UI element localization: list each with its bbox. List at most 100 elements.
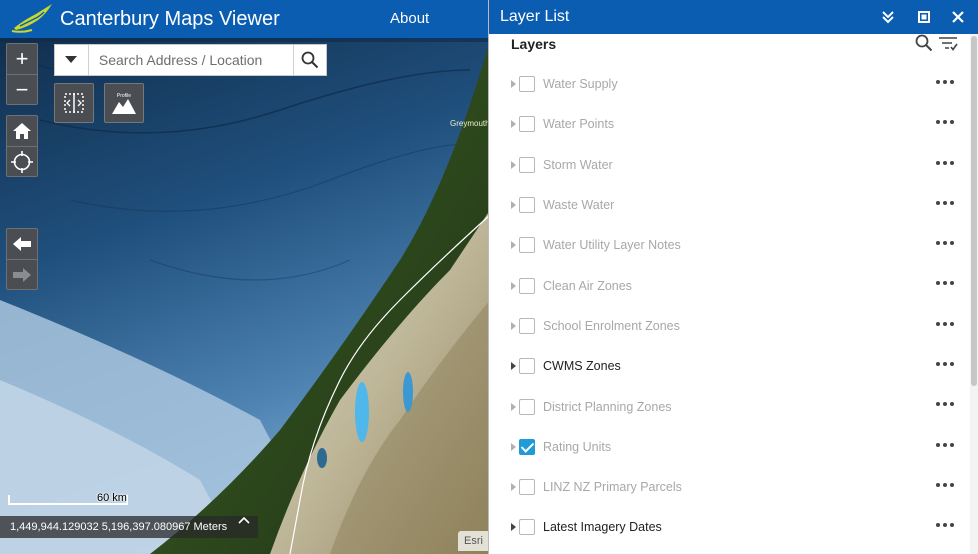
layer-options-menu-button[interactable] bbox=[936, 360, 954, 368]
collapse-panel-button[interactable] bbox=[879, 8, 897, 26]
dot-icon bbox=[943, 200, 947, 205]
layer-visibility-checkbox[interactable] bbox=[519, 317, 535, 334]
caret-right-icon[interactable] bbox=[510, 160, 518, 170]
layer-row[interactable]: Clean Air Zones bbox=[489, 265, 969, 305]
caret-right-icon[interactable] bbox=[510, 79, 518, 89]
search-icon[interactable] bbox=[915, 34, 933, 52]
my-location-button[interactable] bbox=[7, 146, 37, 176]
dot-icon bbox=[950, 200, 954, 205]
layer-options-menu-button[interactable] bbox=[936, 199, 954, 207]
caret-right-icon[interactable] bbox=[510, 240, 518, 250]
layer-visibility-checkbox[interactable] bbox=[519, 438, 535, 455]
layer-options-menu-button[interactable] bbox=[936, 279, 954, 287]
zoom-out-button[interactable]: − bbox=[7, 74, 37, 104]
layer-visibility-checkbox[interactable] bbox=[519, 277, 535, 294]
caret-right-icon[interactable] bbox=[510, 361, 518, 371]
layer-visibility-checkbox[interactable] bbox=[519, 197, 535, 214]
caret-right-icon[interactable] bbox=[510, 402, 518, 412]
layer-visibility-checkbox[interactable] bbox=[519, 156, 535, 173]
home-icon bbox=[13, 123, 31, 139]
maximize-panel-button[interactable] bbox=[915, 8, 933, 26]
layers-heading: Layers bbox=[511, 36, 557, 52]
layer-options-menu-button[interactable] bbox=[936, 159, 954, 167]
layer-visibility-checkbox[interactable] bbox=[519, 76, 535, 93]
elevation-profile-button[interactable]: Profile bbox=[104, 83, 144, 123]
layer-label: CWMS Zones bbox=[543, 359, 621, 374]
search-icon bbox=[301, 51, 319, 69]
layer-row[interactable]: District Planning Zones bbox=[489, 386, 969, 426]
caret-right-icon[interactable] bbox=[510, 321, 518, 331]
layer-visibility-checkbox[interactable] bbox=[519, 479, 535, 496]
scrollbar-thumb[interactable] bbox=[971, 36, 977, 386]
dot-icon bbox=[950, 402, 954, 407]
swipe-icon bbox=[64, 93, 84, 113]
layer-row[interactable]: Water Utility Layer Notes bbox=[489, 225, 969, 265]
layer-row[interactable]: CWMS Zones bbox=[489, 346, 969, 386]
zoom-in-button[interactable]: + bbox=[7, 44, 37, 74]
home-button[interactable] bbox=[7, 116, 37, 146]
layer-visibility-checkbox[interactable] bbox=[519, 519, 535, 536]
layer-options-menu-button[interactable] bbox=[936, 441, 954, 449]
about-link[interactable]: About bbox=[390, 10, 429, 27]
layer-row[interactable]: Waste Water bbox=[489, 185, 969, 225]
layer-row[interactable]: School Enrolment Zones bbox=[489, 306, 969, 346]
dot-icon bbox=[950, 120, 954, 125]
layer-row[interactable]: Storm Water bbox=[489, 145, 969, 185]
dot-icon bbox=[936, 80, 940, 84]
dot-icon bbox=[936, 120, 940, 125]
layer-label: Latest Imagery Dates bbox=[543, 520, 662, 535]
layer-label: Rating Units bbox=[543, 439, 612, 454]
dot-icon bbox=[943, 281, 947, 286]
layer-visibility-checkbox[interactable] bbox=[519, 237, 535, 254]
caret-right-icon[interactable] bbox=[510, 442, 518, 452]
layer-row[interactable]: Water Points bbox=[489, 104, 969, 144]
layers-toolbar: Layers bbox=[489, 34, 978, 64]
layer-label: School Enrolment Zones bbox=[543, 318, 680, 333]
search-source-dropdown[interactable] bbox=[55, 45, 89, 75]
layer-visibility-checkbox[interactable] bbox=[519, 358, 535, 375]
layer-label: District Planning Zones bbox=[543, 399, 672, 414]
layer-row[interactable]: Latest Imagery Dates bbox=[489, 507, 969, 547]
filter-options-icon[interactable] bbox=[938, 35, 958, 53]
dot-icon bbox=[950, 442, 954, 447]
search-input[interactable] bbox=[88, 45, 294, 75]
coordinate-toggle-button[interactable] bbox=[238, 516, 258, 538]
close-panel-button[interactable] bbox=[949, 8, 967, 26]
dot-icon bbox=[943, 482, 947, 487]
dot-icon bbox=[936, 241, 940, 246]
close-icon bbox=[952, 11, 964, 23]
next-extent-button[interactable] bbox=[7, 259, 37, 289]
layer-options-menu-button[interactable] bbox=[936, 481, 954, 489]
caret-right-icon[interactable] bbox=[510, 482, 518, 492]
app-header: Canterbury Maps Viewer About bbox=[0, 0, 490, 38]
search-button[interactable] bbox=[293, 45, 326, 75]
layer-row[interactable]: Water Supply bbox=[489, 64, 969, 104]
caret-right-icon[interactable] bbox=[510, 119, 518, 129]
layer-options-menu-button[interactable] bbox=[936, 400, 954, 408]
caret-right-icon[interactable] bbox=[510, 200, 518, 210]
dot-icon bbox=[943, 160, 947, 165]
layer-visibility-checkbox[interactable] bbox=[519, 398, 535, 415]
caret-right-icon[interactable] bbox=[510, 522, 518, 532]
layer-row[interactable]: Rating Units bbox=[489, 427, 969, 467]
layer-row[interactable]: LINZ NZ Primary Parcels bbox=[489, 467, 969, 507]
dot-icon bbox=[950, 523, 954, 528]
arrow-left-icon bbox=[13, 237, 31, 251]
swipe-tool-button[interactable] bbox=[54, 83, 94, 123]
layer-visibility-checkbox[interactable] bbox=[519, 116, 535, 133]
arrow-right-icon bbox=[13, 267, 31, 282]
previous-extent-button[interactable] bbox=[7, 229, 37, 259]
layer-options-menu-button[interactable] bbox=[936, 320, 954, 328]
dot-icon bbox=[943, 80, 947, 84]
zoom-controls: + − bbox=[6, 43, 38, 105]
dot-icon bbox=[950, 241, 954, 246]
map-attribution[interactable]: Esri bbox=[458, 531, 492, 551]
layer-options-menu-button[interactable] bbox=[936, 239, 954, 247]
dot-icon bbox=[943, 442, 947, 447]
layer-options-menu-button[interactable] bbox=[936, 118, 954, 126]
layer-options-menu-button[interactable] bbox=[936, 78, 954, 86]
dot-icon bbox=[936, 523, 940, 528]
dot-icon bbox=[936, 442, 940, 447]
caret-right-icon[interactable] bbox=[510, 281, 518, 291]
layer-options-menu-button[interactable] bbox=[936, 521, 954, 529]
